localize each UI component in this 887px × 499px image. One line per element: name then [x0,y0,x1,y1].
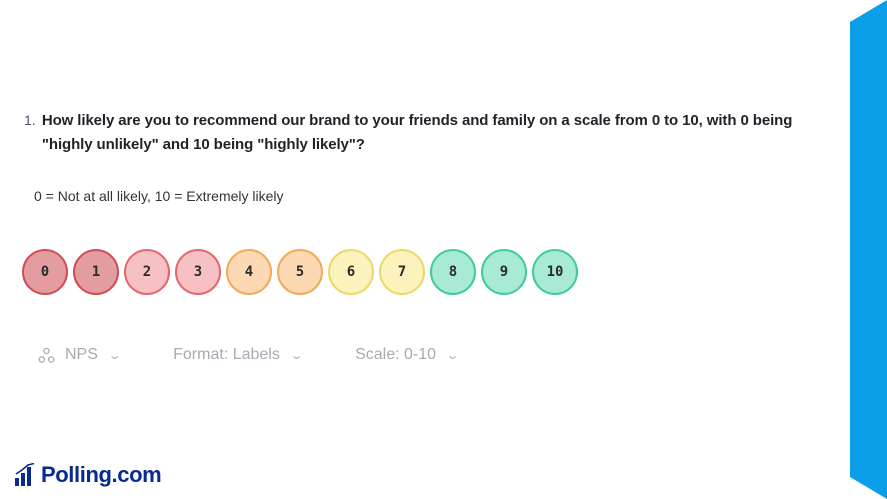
format-dropdown[interactable]: Format: Labels ⌄ [173,346,304,364]
question-type-dropdown[interactable]: NPS ⌄ [38,346,122,364]
question-type-label: NPS [65,346,98,363]
scale-hint: 0 = Not at all likely, 10 = Extremely li… [34,188,284,204]
scale-option-8[interactable]: 8 [430,249,476,295]
people-group-icon [38,347,55,363]
scale-option-3[interactable]: 3 [175,249,221,295]
scale-option-2[interactable]: 2 [124,249,170,295]
question-options: NPS ⌄ Format: Labels ⌄ Scale: 0-10 ⌄ [38,346,460,364]
scale-option-7[interactable]: 7 [379,249,425,295]
chevron-down-icon: ⌄ [445,349,460,362]
scale-option-1[interactable]: 1 [73,249,119,295]
accent-bar [850,0,887,499]
scale-label: Scale: 0-10 [355,346,436,363]
brand-name: Polling.com [41,462,162,487]
accent-bar-notch-bottom [850,477,887,499]
scale-option-4[interactable]: 4 [226,249,272,295]
brand-logo: Polling.com [14,462,162,488]
scale-option-0[interactable]: 0 [22,249,68,295]
scale-option-10[interactable]: 10 [532,249,578,295]
nps-scale: 0 1 2 3 4 5 6 7 8 9 10 [22,249,583,295]
accent-bar-notch-top [850,0,887,22]
chevron-down-icon: ⌄ [107,349,122,362]
question-text: How likely are you to recommend our bran… [41,112,793,153]
bar-chart-logo-icon [15,463,35,486]
question-number: 1. [24,112,36,128]
chevron-down-icon: ⌄ [289,349,304,362]
scale-option-6[interactable]: 6 [328,249,374,295]
scale-option-9[interactable]: 9 [481,249,527,295]
question-block: 1. How likely are you to recommend our b… [24,109,844,157]
scale-option-5[interactable]: 5 [277,249,323,295]
scale-dropdown[interactable]: Scale: 0-10 ⌄ [355,346,460,364]
format-label: Format: Labels [173,346,280,363]
